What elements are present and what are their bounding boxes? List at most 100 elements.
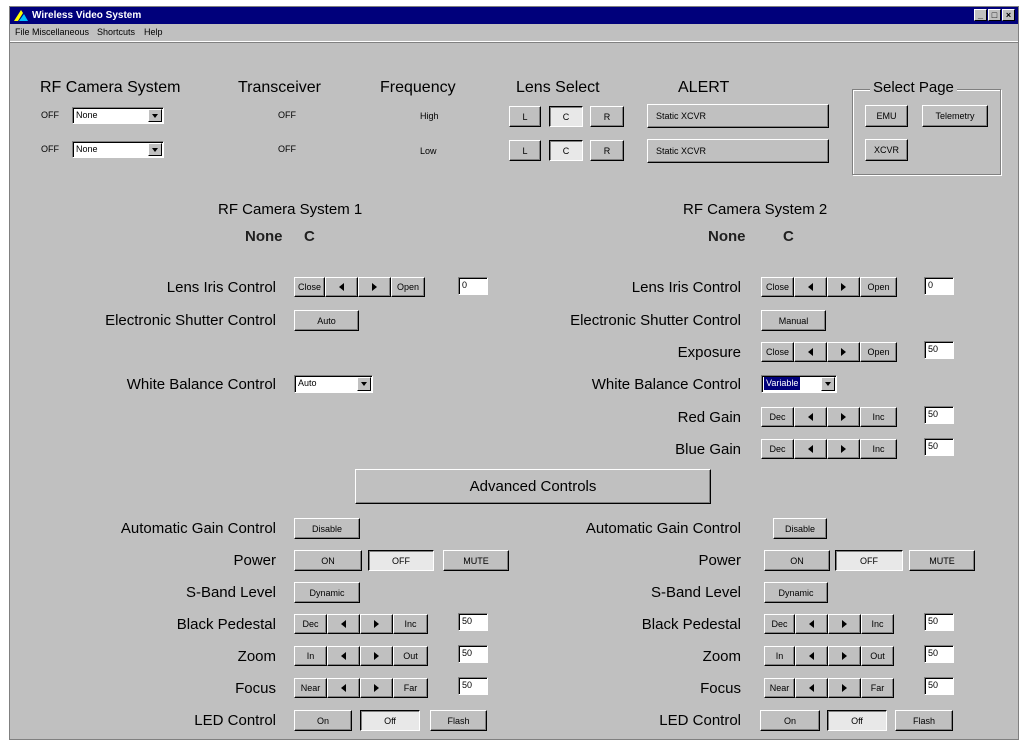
cam1-zoom-left-arrow-icon[interactable] [327,646,360,666]
cam2-pedestal-right-arrow-icon[interactable] [828,614,861,634]
cam2-led-off-button[interactable]: Off [827,710,887,731]
cam1-iris-label: Lens Iris Control [166,279,276,296]
cam1-wb-select-value: Auto [298,378,317,388]
telemetry-page-button[interactable]: Telemetry [922,105,988,127]
cam2-pedestal-inc-label: Inc [861,614,894,634]
cam2-zoom-left-arrow-icon[interactable] [795,646,828,666]
chevron-down-icon[interactable] [357,377,371,391]
chevron-down-icon[interactable] [821,377,835,391]
cam1-zoom-value[interactable]: 50 [458,645,488,663]
camera-1-select[interactable]: None [72,107,164,124]
lens-1-r-button[interactable]: R [590,106,624,127]
cam2-wb-select[interactable]: Variable [761,375,837,393]
cam2-power-on-button[interactable]: ON [764,550,830,571]
cam2-red-gain-value[interactable]: 50 [924,406,954,424]
camera-2-lens: C [783,228,794,245]
transceiver-2-status: OFF [278,144,296,154]
cam2-blue-left-arrow-icon[interactable] [794,439,827,459]
cam2-power-mute-button[interactable]: MUTE [909,550,975,571]
app-window: Wireless Video System _ □ × File Miscell… [9,6,1019,740]
lens-2-r-button[interactable]: R [590,140,624,161]
cam1-pedestal-left-arrow-icon[interactable] [327,614,360,634]
cam2-pedestal-dec-label: Dec [764,614,795,634]
cam2-focus-value[interactable]: 50 [924,677,954,695]
cam1-power-on-button[interactable]: ON [294,550,362,571]
cam1-led-on-button[interactable]: On [294,710,352,731]
cam1-agc-label: Automatic Gain Control [120,520,276,537]
alert-1-button[interactable]: Static XCVR [647,104,829,128]
cam1-pedestal-right-arrow-icon[interactable] [360,614,393,634]
cam2-zoom-right-arrow-icon[interactable] [828,646,861,666]
cam1-power-off-button[interactable]: OFF [368,550,434,571]
cam1-pedestal-value[interactable]: 50 [458,613,488,631]
lens-2-c-button[interactable]: C [549,140,583,161]
lens-1-l-button[interactable]: L [509,106,541,127]
cam2-iris-left-arrow-icon[interactable] [794,277,827,297]
maximize-button[interactable]: □ [988,9,1001,21]
cam2-power-off-button[interactable]: OFF [835,550,903,571]
window-title: Wireless Video System [32,10,142,21]
menu-miscellaneous[interactable]: Miscellaneous [32,24,89,41]
close-button[interactable]: × [1002,9,1015,21]
cam1-focus-right-arrow-icon[interactable] [360,678,393,698]
cam2-blue-gain-label: Blue Gain [675,441,741,458]
header-lens-select: Lens Select [516,79,600,96]
cam2-exposure-right-arrow-icon[interactable] [827,342,860,362]
cam1-wb-select[interactable]: Auto [294,375,373,393]
cam1-led-off-button[interactable]: Off [360,710,420,731]
cam1-led-flash-button[interactable]: Flash [430,710,487,731]
cam1-iris-left-arrow-icon[interactable] [325,277,358,297]
cam2-shutter-button[interactable]: Manual [761,310,826,331]
chevron-down-icon[interactable] [148,109,162,122]
header-alert: ALERT [678,79,730,96]
cam2-iris-value[interactable]: 0 [924,277,954,295]
cam2-led-on-button[interactable]: On [760,710,820,731]
cam1-iris-right-arrow-icon[interactable] [358,277,391,297]
cam1-shutter-button[interactable]: Auto [294,310,359,331]
cam2-agc-button[interactable]: Disable [773,518,827,539]
cam2-focus-right-arrow-icon[interactable] [828,678,861,698]
cam2-exposure-left-arrow-icon[interactable] [794,342,827,362]
cam2-blue-right-arrow-icon[interactable] [827,439,860,459]
alert-2-button[interactable]: Static XCVR [647,139,829,163]
cam1-focus-value[interactable]: 50 [458,677,488,695]
lens-1-c-button[interactable]: C [549,106,583,127]
camera-2-select[interactable]: None [72,141,164,158]
cam2-red-right-arrow-icon[interactable] [827,407,860,427]
cam1-sband-button[interactable]: Dynamic [294,582,360,603]
menu-shortcuts[interactable]: Shortcuts [97,24,135,41]
frequency-1: High [420,111,439,121]
cam2-red-dec-label: Dec [761,407,794,427]
menu-help[interactable]: Help [144,24,163,41]
cam2-led-label: LED Control [659,712,741,729]
cam1-shutter-label: Electronic Shutter Control [105,312,276,329]
cam2-focus-left-arrow-icon[interactable] [795,678,828,698]
cam2-zoom-in-label: In [764,646,795,666]
cam1-zoom-right-arrow-icon[interactable] [360,646,393,666]
lens-2-l-button[interactable]: L [509,140,541,161]
cam2-blue-gain-value[interactable]: 50 [924,438,954,456]
minimize-button[interactable]: _ [974,9,987,21]
cam1-iris-value[interactable]: 0 [458,277,488,295]
xcvr-page-button[interactable]: XCVR [865,139,908,161]
header-transceiver: Transceiver [238,79,321,96]
advanced-controls-button[interactable]: Advanced Controls [355,469,711,504]
cam2-pedestal-left-arrow-icon[interactable] [795,614,828,634]
menu-file[interactable]: File [15,24,30,41]
cam2-sband-button[interactable]: Dynamic [764,582,828,603]
cam1-focus-left-arrow-icon[interactable] [327,678,360,698]
cam2-pedestal-value[interactable]: 50 [924,613,954,631]
cam2-red-left-arrow-icon[interactable] [794,407,827,427]
cam1-power-label: Power [233,552,276,569]
chevron-down-icon[interactable] [148,143,162,156]
emu-page-button[interactable]: EMU [865,105,908,127]
cam2-exposure-value[interactable]: 50 [924,341,954,359]
cam2-led-flash-button[interactable]: Flash [895,710,953,731]
app-logo-icon [14,10,28,21]
cam2-iris-right-arrow-icon[interactable] [827,277,860,297]
cam2-zoom-value[interactable]: 50 [924,645,954,663]
cam1-focus-near-label: Near [294,678,327,698]
cam2-sband-label: S-Band Level [650,584,741,601]
select-page-group [852,89,1001,175]
cam1-agc-button[interactable]: Disable [294,518,360,539]
